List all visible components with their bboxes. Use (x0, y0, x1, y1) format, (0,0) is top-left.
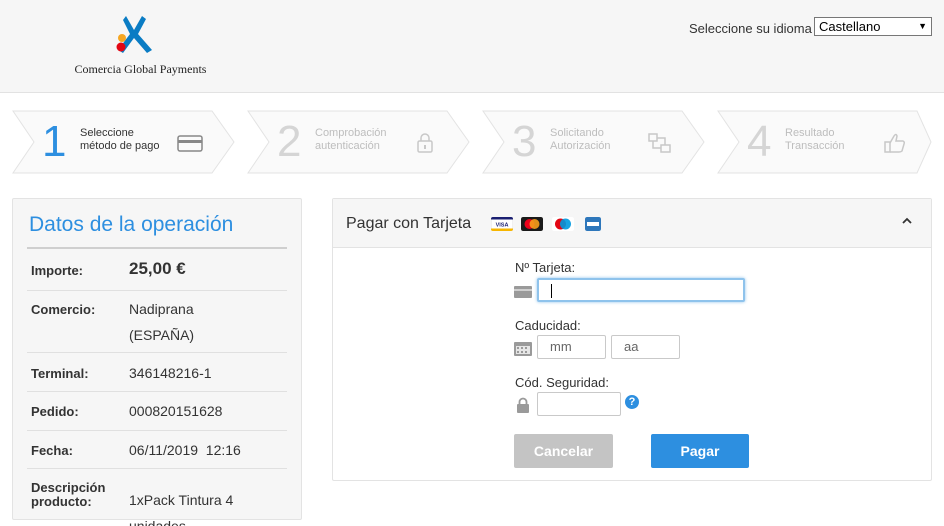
caixabank-logo: Comercia Global Payments (68, 10, 213, 80)
card-panel-header[interactable]: Pagar con Tarjeta VISA (333, 199, 931, 248)
amex-icon (585, 217, 601, 231)
row-key: Importe: (31, 263, 83, 278)
lock-icon (417, 133, 433, 153)
cvv-input[interactable] (537, 392, 621, 416)
row-value: 1xPack Tintura 4 unidades (129, 492, 234, 526)
visa-icon: VISA (491, 217, 513, 231)
step-number: 3 (512, 117, 537, 166)
row-key: Descripción producto: (31, 480, 106, 509)
language-select[interactable]: Castellano ▼ (814, 17, 932, 36)
calendar-icon (514, 342, 532, 356)
row-key: Comercio: (31, 302, 96, 317)
chevron-up-icon[interactable] (901, 215, 913, 227)
payment-steps: 1 Seleccione método de pago 2 Comprobació… (12, 110, 932, 174)
pay-button[interactable]: Pagar (651, 434, 749, 468)
row-order: Pedido: 000820151628 (27, 392, 287, 431)
expiry-label: Caducidad: (515, 318, 581, 333)
row-date: Fecha: 06/11/2019 12:16 (27, 431, 287, 469)
step-1: 1 Seleccione método de pago (12, 110, 236, 174)
credit-card-icon (177, 135, 203, 152)
step-4: 4 Resultado Transacción (717, 110, 941, 174)
row-value: 25,00 € (129, 259, 186, 278)
row-amount: Importe: 25,00 € (27, 249, 287, 291)
svg-text:VISA: VISA (496, 223, 509, 229)
row-value: 346148216-1 (129, 365, 212, 381)
step-number: 2 (277, 117, 302, 166)
card-panel-title: Pagar con Tarjeta (346, 215, 472, 232)
step-label: Resultado Transacción (785, 127, 845, 152)
card-icon (514, 286, 532, 298)
expiry-year-input[interactable]: aa (611, 335, 680, 359)
maestro-icon (552, 217, 574, 231)
operation-title: Datos de la operación (29, 213, 234, 236)
cvv-label: Cód. Seguridad: (515, 375, 609, 390)
lock-icon (517, 397, 529, 413)
row-key: Terminal: (31, 366, 89, 381)
step-2: 2 Comprobación autenticación (247, 110, 471, 174)
network-icon (648, 133, 671, 153)
step-label: Seleccione método de pago (80, 127, 160, 152)
step-label: Comprobación autenticación (315, 127, 387, 152)
card-payment-panel: Pagar con Tarjeta VISA Nº Tarjeta: Caduc… (332, 198, 932, 481)
mastercard-icon (521, 217, 543, 231)
help-icon[interactable]: ? (625, 395, 639, 409)
logo-text: Comercia Global Payments (74, 62, 207, 76)
card-number-input[interactable] (537, 278, 745, 302)
row-value-2: (ESPAÑA) (129, 327, 195, 343)
row-value: 000820151628 (129, 403, 223, 419)
dropdown-arrow-icon: ▼ (918, 21, 927, 31)
thumbs-up-icon (884, 133, 906, 153)
step-3: 3 Solicitando Autorización (482, 110, 706, 174)
card-number-label: Nº Tarjeta: (515, 260, 576, 275)
language-selected-value: Castellano (819, 19, 881, 34)
star-logo-icon (116, 16, 152, 53)
row-key: Fecha: (31, 443, 73, 458)
row-terminal: Terminal: 346148216-1 (27, 353, 287, 392)
row-key: Pedido: (31, 404, 79, 419)
row-merchant: Comercio: Nadiprana (ESPAÑA) (27, 291, 287, 353)
expiry-month-input[interactable]: mm (537, 335, 606, 359)
operation-data-panel: Datos de la operación Importe: 25,00 € C… (12, 198, 302, 526)
row-value: 06/11/2019 12:16 (129, 442, 241, 458)
language-label: Seleccione su idioma (689, 21, 812, 36)
step-number: 1 (42, 117, 67, 166)
step-number: 4 (747, 117, 772, 166)
step-label: Solicitando Autorización (550, 127, 611, 152)
page-header: Comercia Global Payments Seleccione su i… (0, 0, 944, 93)
text-caret (551, 284, 552, 298)
row-value: Nadiprana (129, 301, 194, 317)
row-description: Descripción producto: 1xPack Tintura 4 un… (27, 469, 287, 526)
cancel-button[interactable]: Cancelar (514, 434, 613, 468)
